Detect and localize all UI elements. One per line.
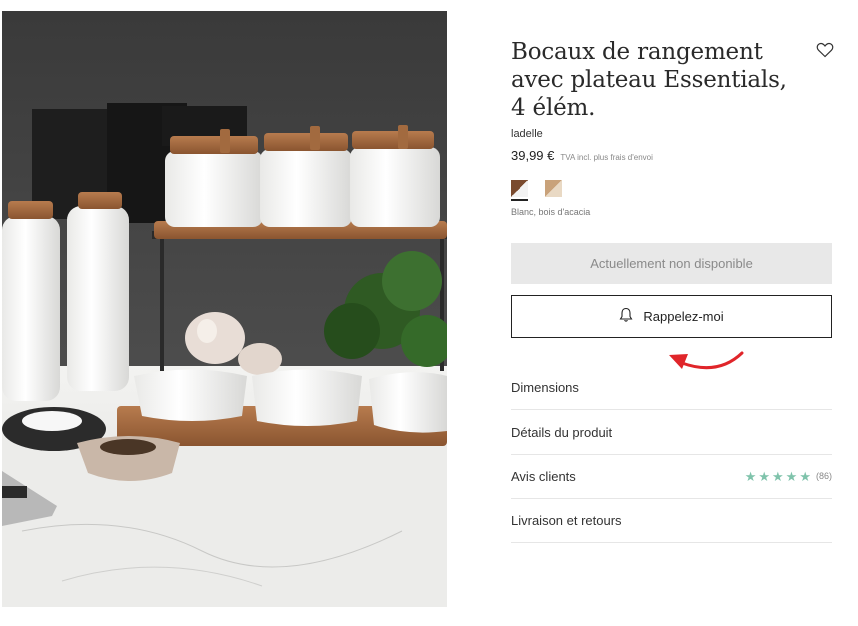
brand-name[interactable]: ladelle	[511, 128, 832, 140]
remind-me-label: Rappelez-moi	[643, 309, 724, 324]
swatch-wood[interactable]	[545, 180, 562, 197]
product-panel: Bocaux de rangement avec plateau Essenti…	[511, 38, 834, 543]
accordion-label: Dimensions	[511, 379, 579, 395]
unavailable-label: Actuellement non disponible	[590, 256, 753, 271]
star-icon: ★	[744, 468, 757, 484]
accordion-product-details[interactable]: Détails du produit	[511, 410, 832, 455]
accordion-customer-reviews[interactable]: Avis clients ★ ★ ★ ★ ★ (86)	[511, 454, 832, 499]
star-icon: ★	[785, 468, 798, 484]
swatch-white-acacia[interactable]	[511, 180, 528, 201]
product-title: Bocaux de rangement avec plateau Essenti…	[511, 39, 787, 121]
accordion-label: Avis clients	[511, 468, 576, 484]
rating-stars: ★ ★ ★ ★ ★ (86)	[745, 470, 832, 483]
accordion-dimensions[interactable]: Dimensions	[511, 365, 832, 410]
heart-outline-icon[interactable]	[816, 42, 834, 58]
selected-color-name: Blanc, bois d'acacia	[511, 207, 591, 217]
unavailable-button: Actuellement non disponible	[511, 243, 832, 284]
accordion-label: Livraison et retours	[511, 512, 622, 528]
price-row: 39,99 € TVA incl. plus frais d'envoi	[511, 148, 832, 163]
review-count: (86)	[815, 471, 832, 481]
accordion-label: Détails du produit	[511, 424, 613, 440]
remind-me-button[interactable]: Rappelez-moi	[511, 295, 832, 338]
product-image[interactable]	[2, 11, 447, 607]
price: 39,99 €	[511, 148, 555, 163]
star-icon: ★	[799, 468, 811, 484]
star-icon: ★	[758, 468, 771, 484]
accordion-shipping-returns[interactable]: Livraison et retours	[511, 498, 832, 543]
color-swatches	[511, 180, 832, 201]
tax-note: TVA incl. plus frais d'envoi	[560, 153, 653, 162]
bell-icon	[619, 307, 633, 326]
star-icon: ★	[772, 468, 784, 484]
